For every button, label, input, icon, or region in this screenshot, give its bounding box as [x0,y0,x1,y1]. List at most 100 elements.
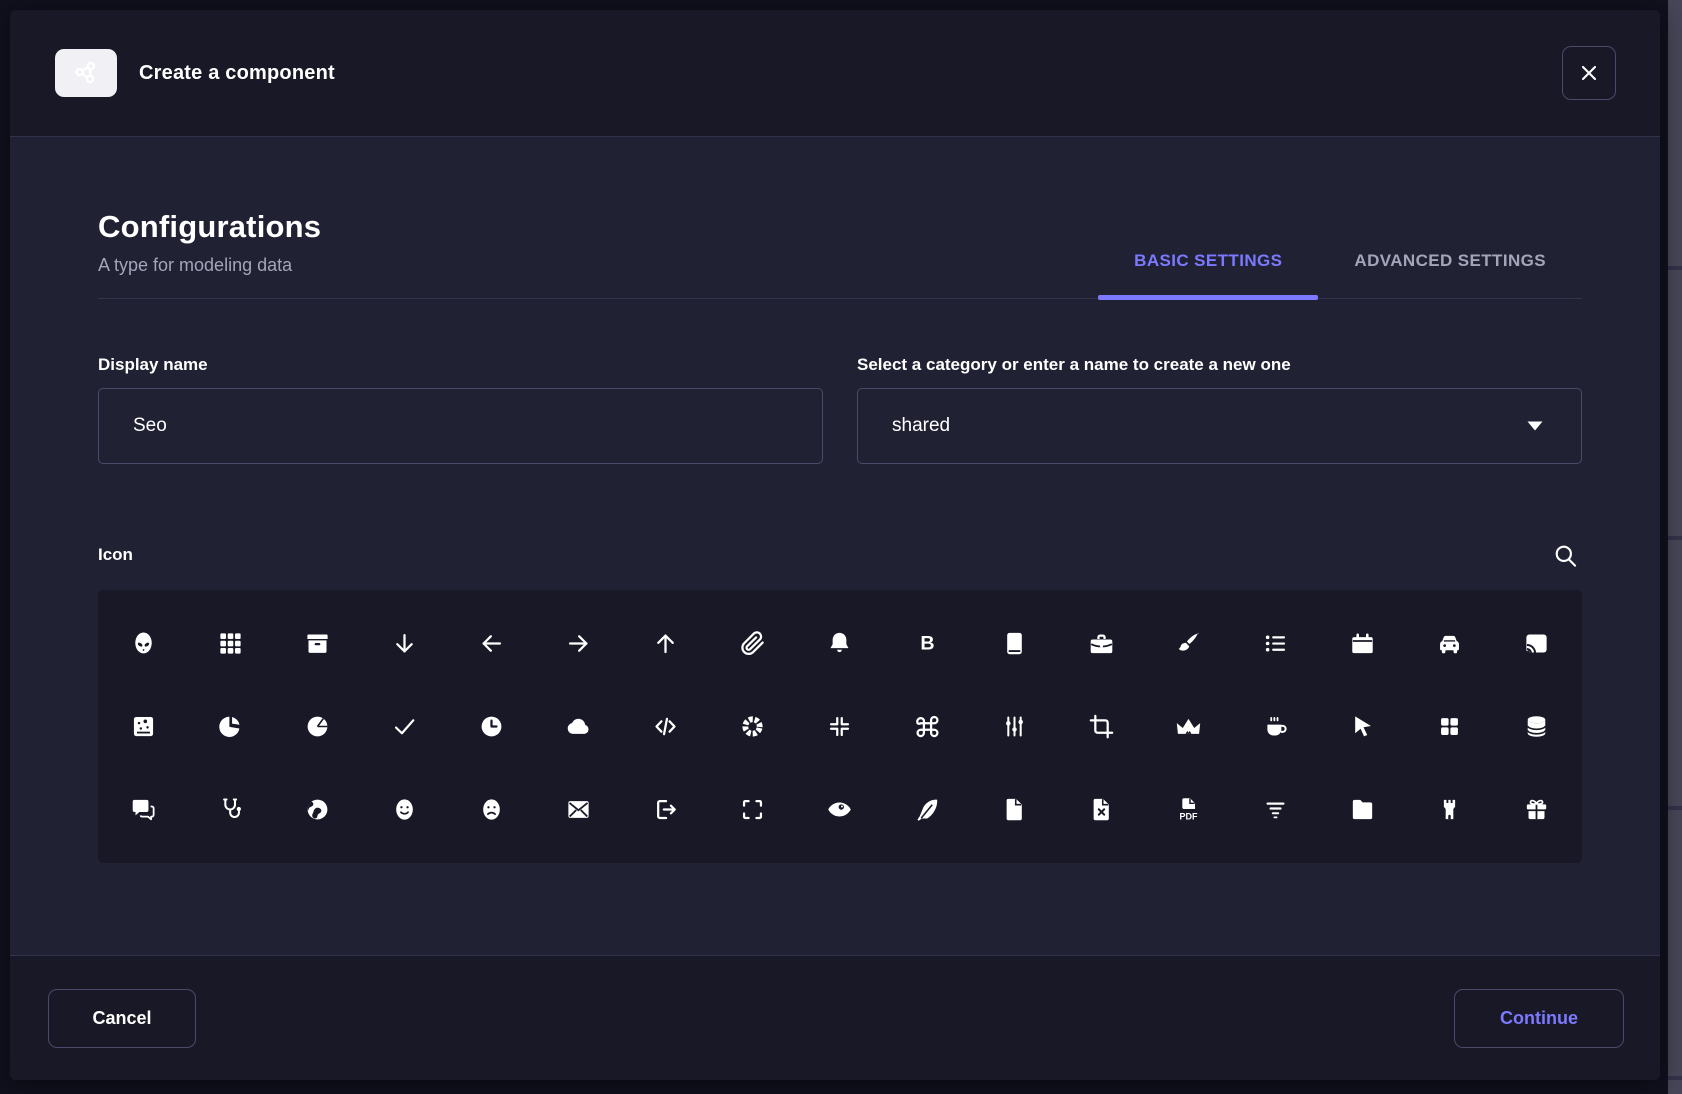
modal-header: Create a component [10,10,1660,137]
earth-icon [304,796,331,823]
icon-option-book[interactable] [971,602,1058,685]
icon-option-attachment[interactable] [709,602,796,685]
icon-option-gift[interactable] [1493,768,1580,851]
icon-option-dashboard[interactable] [1406,685,1493,768]
icon-option-earth[interactable] [274,768,361,851]
briefcase-icon [1088,630,1115,657]
icon-option-collapse[interactable] [796,685,883,768]
check-icon [391,713,418,740]
icon-option-file[interactable] [971,768,1058,851]
icon-option-crown[interactable] [1145,685,1232,768]
icon-option-envelope[interactable] [535,768,622,851]
category-select-value: shared [892,415,950,437]
icon-option-chart-circle[interactable] [187,685,274,768]
chevron-down-icon [1523,414,1547,438]
page-background: Create a component Configurations A type… [0,0,1682,1094]
icon-option-chart-pie[interactable] [274,685,361,768]
icon-option-bell[interactable] [796,602,883,685]
file-error-icon [1088,796,1115,823]
database-icon [1523,713,1550,740]
clock-icon [478,713,505,740]
icon-option-archive[interactable] [274,602,361,685]
icon-option-briefcase[interactable] [1058,602,1145,685]
icon-option-arrow-right[interactable] [535,602,622,685]
configurations-header-row: Configurations A type for modeling data … [98,209,1582,299]
cursor-icon [1349,713,1376,740]
icon-option-file-pdf[interactable]: PDF [1145,768,1232,851]
icon-option-emotion-unhappy[interactable] [448,768,535,851]
icon-picker-section: Icon BPDF [98,538,1582,863]
tab-basic-settings[interactable]: BASIC SETTINGS [1098,251,1318,298]
icon-option-crop[interactable] [1058,685,1145,768]
eye-icon [826,796,853,823]
component-icon [55,49,117,97]
icon-option-apps[interactable] [187,602,274,685]
crown-icon [1175,713,1202,740]
emotion-happy-icon [391,796,418,823]
icon-option-chart-bubble[interactable] [100,685,187,768]
search-icon [1552,542,1579,569]
icon-option-command[interactable] [884,685,971,768]
display-name-field: Display name [98,355,823,464]
cancel-button[interactable]: Cancel [48,989,196,1048]
icon-option-discuss[interactable] [100,768,187,851]
icon-option-bold[interactable]: B [884,602,971,685]
attachment-icon [739,630,766,657]
icon-option-car[interactable] [1406,602,1493,685]
icon-option-code[interactable] [622,685,709,768]
icon-option-brush[interactable] [1145,602,1232,685]
icon-option-calendar[interactable] [1319,602,1406,685]
icon-option-emotion-happy[interactable] [361,768,448,851]
page-subtitle: A type for modeling data [98,255,321,276]
page-scrollbar[interactable] [1668,0,1682,1094]
icon-option-clock[interactable] [448,685,535,768]
arrow-down-icon [391,630,418,657]
chart-pie-icon [304,713,331,740]
icon-option-cast[interactable] [1493,602,1580,685]
bell-icon [826,630,853,657]
svg-text:PDF: PDF [1179,812,1198,822]
alien-icon [130,630,157,657]
icon-option-arrow-left[interactable] [448,602,535,685]
book-icon [1001,630,1028,657]
folder-icon [1349,796,1376,823]
icon-option-arrow-up[interactable] [622,602,709,685]
icon-option-cog[interactable] [709,685,796,768]
icon-option-feather[interactable] [884,768,971,851]
settings-tabs: BASIC SETTINGSADVANCED SETTINGS [1098,251,1582,298]
icon-option-cloud[interactable] [535,685,622,768]
file-icon [1001,796,1028,823]
svg-text:B: B [920,633,934,655]
arrow-right-icon [565,630,592,657]
bold-icon: B [914,630,941,657]
icon-search-button[interactable] [1548,538,1582,572]
chart-bubble-icon [130,713,157,740]
icon-option-gate[interactable] [1406,768,1493,851]
icon-option-eye[interactable] [796,768,883,851]
icon-option-database[interactable] [1493,685,1580,768]
icon-option-bullet-list[interactable] [1232,602,1319,685]
icon-option-file-error[interactable] [1058,768,1145,851]
icon-option-expand[interactable] [709,768,796,851]
feather-icon [914,796,941,823]
icon-option-cursor[interactable] [1319,685,1406,768]
continue-button[interactable]: Continue [1454,989,1624,1048]
emotion-unhappy-icon [478,796,505,823]
icon-option-filter[interactable] [1232,768,1319,851]
icon-option-controls[interactable] [971,685,1058,768]
display-name-input[interactable] [98,388,823,464]
icon-option-cup[interactable] [1232,685,1319,768]
page-title: Configurations [98,209,321,245]
cast-icon [1523,630,1550,657]
icon-option-folder[interactable] [1319,768,1406,851]
icon-option-arrow-down[interactable] [361,602,448,685]
discuss-icon [130,796,157,823]
tab-advanced-settings[interactable]: ADVANCED SETTINGS [1318,251,1582,298]
icon-option-alien[interactable] [100,602,187,685]
icon-option-doctor[interactable] [187,768,274,851]
cloud-icon [565,713,592,740]
close-button[interactable] [1562,46,1616,100]
icon-option-exit[interactable] [622,768,709,851]
category-select[interactable]: shared [857,388,1582,464]
icon-option-check[interactable] [361,685,448,768]
